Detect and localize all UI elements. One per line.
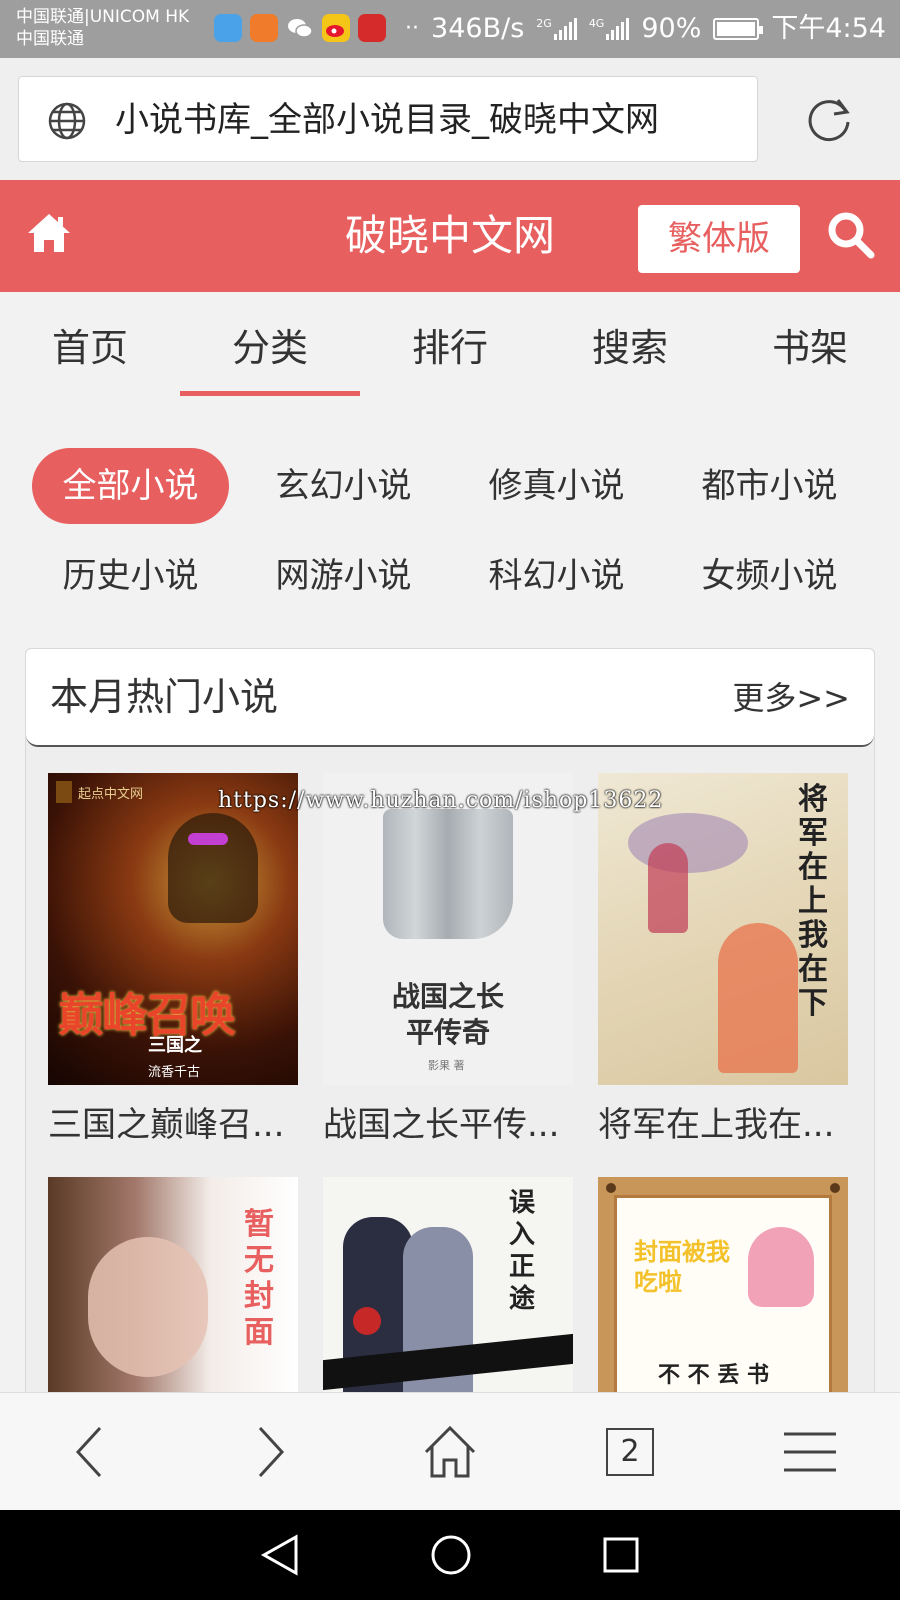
book-card[interactable]: 暂无封面 <box>48 1177 298 1407</box>
book-card[interactable]: 战国之长平传奇 影果 著 战国之长平传... <box>323 773 573 1147</box>
tab-home[interactable]: 首页 <box>0 292 180 404</box>
category-xianxia[interactable]: 修真小说 <box>458 448 655 524</box>
page-title: 小说书库_全部小说目录_破晓中文网 <box>115 100 659 140</box>
nav-recents-icon[interactable] <box>602 1536 640 1574</box>
tabs-button[interactable]: 2 <box>540 1393 720 1511</box>
site-header: 破晓中文网 繁体版 <box>0 180 900 292</box>
tab-count: 2 <box>606 1428 654 1476</box>
hot-novels-panel: 本月热门小说 更多>> 起点中文网 巅峰召唤 三国之 流香千古 三国之巅峰召..… <box>25 648 875 1408</box>
nav-back-icon[interactable] <box>260 1534 300 1576</box>
book-cover[interactable]: 封面被我吃啦 不 不 丢 书 <box>598 1177 848 1407</box>
forward-button[interactable] <box>180 1393 360 1511</box>
search-icon[interactable] <box>826 210 876 264</box>
cover-title: 巅峰召唤 <box>58 988 236 1042</box>
tab-search[interactable]: 搜索 <box>540 292 720 404</box>
cover-subtitle: 三国之 <box>148 1035 202 1056</box>
category-all[interactable]: 全部小说 <box>32 448 229 524</box>
chevron-left-icon <box>75 1426 102 1478</box>
cover-title: 将军在上我在下 <box>798 782 828 1021</box>
book-cover[interactable]: 战国之长平传奇 影果 著 <box>323 773 573 1085</box>
watermark-text: https://www.huzhan.com/ishop13622 <box>218 788 664 813</box>
category-history[interactable]: 历史小说 <box>32 538 229 614</box>
battery-percent: 90% <box>641 13 702 44</box>
cover-title: 暂无封面 <box>244 1207 274 1350</box>
carrier-1: 中国联通|UNICOM HK <box>16 7 190 27</box>
nav-home-icon[interactable] <box>430 1534 472 1576</box>
panel-header: 本月热门小说 更多>> <box>26 649 874 747</box>
weibo-app-icon <box>322 14 350 42</box>
category-chips: 全部小说 玄幻小说 修真小说 都市小说 历史小说 网游小说 科幻小说 女频小说 <box>24 448 876 614</box>
book-card[interactable]: 封面被我吃啦 不 不 丢 书 <box>598 1177 848 1407</box>
category-urban[interactable]: 都市小说 <box>671 448 868 524</box>
book-title[interactable]: 三国之巅峰召... <box>48 1103 298 1147</box>
browser-address-row: 小说书库_全部小说目录_破晓中文网 <box>0 58 900 180</box>
notification-icons <box>214 14 386 42</box>
signal-icon <box>553 18 577 40</box>
wechat-app-icon <box>286 14 314 42</box>
section-title: 本月热门小说 <box>50 675 279 719</box>
cover-title: 误入正途 <box>509 1188 536 1314</box>
taobao-app-icon <box>250 14 278 42</box>
globe-icon <box>47 101 87 145</box>
cover-title: 战国之长平传奇 <box>391 980 504 1049</box>
category-female[interactable]: 女频小说 <box>671 538 868 614</box>
more-link[interactable]: 更多>> <box>732 677 850 719</box>
category-fantasy[interactable]: 玄幻小说 <box>245 448 442 524</box>
book-grid: 起点中文网 巅峰召唤 三国之 流香千古 三国之巅峰召... 战国之长平传奇 影果… <box>48 773 858 1407</box>
book-cover[interactable]: 起点中文网 巅峰召唤 三国之 流香千古 <box>48 773 298 1085</box>
status-indicators: ·· 346B/s 2G 4G 90% 下午4:54 <box>405 13 886 44</box>
network-type-4g: 4G <box>588 17 605 30</box>
carrier-info: 中国联通|UNICOM HK 中国联通 <box>16 6 189 50</box>
cover-title: 封面被我吃啦 <box>634 1237 730 1296</box>
chevron-right-icon <box>258 1426 285 1478</box>
status-bar: 中国联通|UNICOM HK 中国联通 ·· 346B/s 2G 4G 90% … <box>0 0 900 58</box>
tab-category[interactable]: 分类 <box>180 292 360 404</box>
category-game[interactable]: 网游小说 <box>245 538 442 614</box>
book-title[interactable]: 战国之长平传... <box>323 1103 573 1147</box>
cover-publisher: 起点中文网 <box>78 787 144 802</box>
book-cover[interactable]: 误入正途 <box>323 1177 573 1407</box>
book-card[interactable]: 误入正途 <box>323 1177 573 1407</box>
menu-button[interactable] <box>720 1393 900 1511</box>
category-scifi[interactable]: 科幻小说 <box>458 538 655 614</box>
reload-icon[interactable] <box>802 92 856 150</box>
home-outline-icon <box>424 1425 476 1478</box>
clock: 下午4:54 <box>771 13 886 44</box>
book-card[interactable]: 将军在上我在下 将军在上我在... <box>598 773 848 1147</box>
battery-icon <box>713 18 764 40</box>
book-cover[interactable]: 将军在上我在下 <box>598 773 848 1085</box>
book-cover[interactable]: 暂无封面 <box>48 1177 298 1407</box>
carrier-2: 中国联通 <box>16 29 84 49</box>
browser-toolbar: 2 <box>0 1392 900 1510</box>
book-card[interactable]: 起点中文网 巅峰召唤 三国之 流香千古 三国之巅峰召... <box>48 773 298 1147</box>
tab-bookshelf[interactable]: 书架 <box>720 292 900 404</box>
menu-icon <box>784 1432 836 1472</box>
weather-app-icon <box>214 14 242 42</box>
system-nav-bar <box>0 1510 900 1600</box>
home-button[interactable] <box>360 1393 540 1511</box>
netease-app-icon <box>358 14 386 42</box>
nav-tabs: 首页 分类 排行 搜索 书架 <box>0 292 900 404</box>
network-speed: 346B/s <box>431 13 525 44</box>
cover-author: 影果 著 <box>428 1059 465 1072</box>
back-button[interactable] <box>0 1393 180 1511</box>
network-type-2g: 2G <box>536 17 552 30</box>
book-title[interactable]: 将军在上我在... <box>598 1103 848 1147</box>
cover-author: 流香千古 <box>148 1065 201 1080</box>
signal-icon-2 <box>606 18 630 40</box>
traditional-chinese-button[interactable]: 繁体版 <box>638 205 800 273</box>
cover-subtitle: 不 不 丢 书 <box>658 1362 769 1388</box>
tab-ranking[interactable]: 排行 <box>360 292 540 404</box>
address-bar[interactable]: 小说书库_全部小说目录_破晓中文网 <box>18 76 758 162</box>
